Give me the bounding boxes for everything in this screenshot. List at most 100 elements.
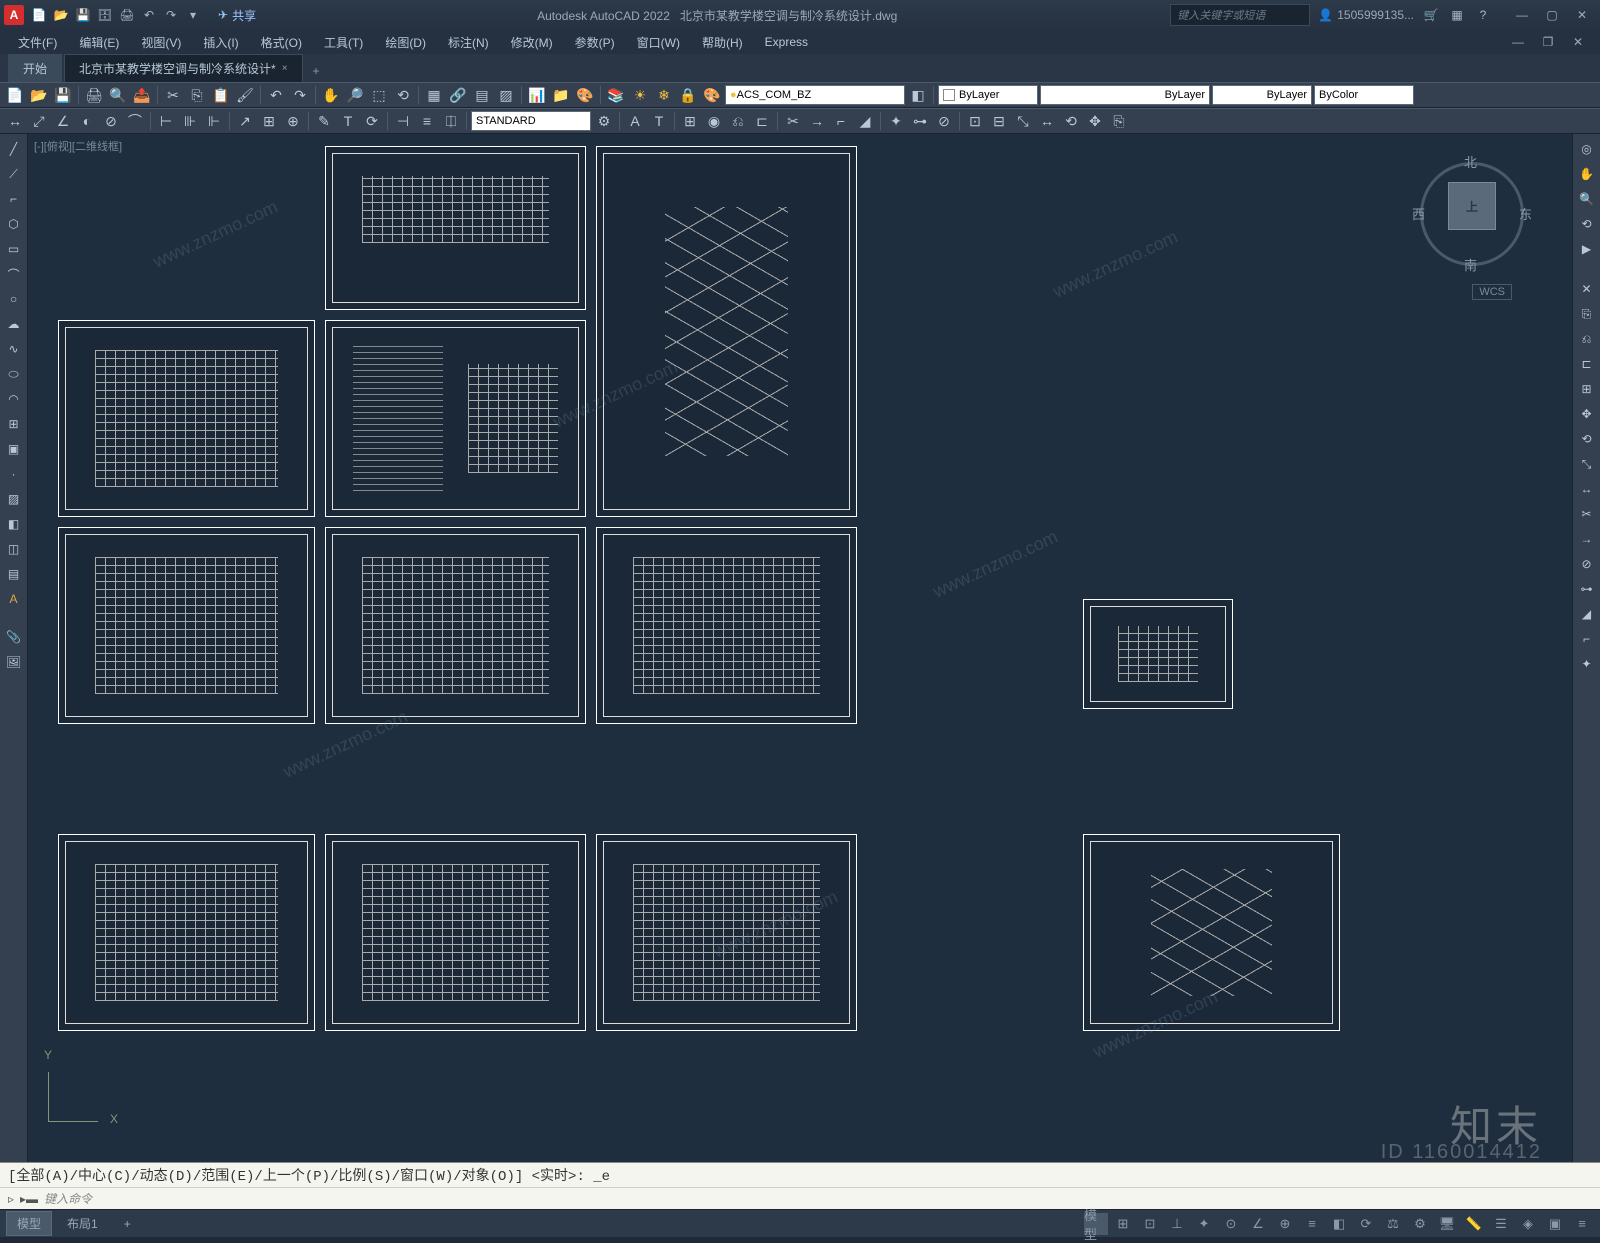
command-input[interactable]: ▹ ▸▬ 键入命令 [0,1187,1600,1209]
nav-zoom-icon[interactable]: 🔍 [1576,188,1598,210]
doc-minimize-button[interactable]: — [1504,32,1532,52]
command-window[interactable]: [全部(A)/中心(C)/动态(D)/范围(E)/上一个(P)/比例(S)/窗口… [0,1162,1600,1209]
mod-erase-icon[interactable]: ✕ [1576,278,1598,300]
table-icon[interactable]: ▤ [471,84,493,106]
join-icon[interactable]: ⊶ [909,110,931,132]
menu-dimension[interactable]: 标注(N) [438,31,499,54]
wcs-label[interactable]: WCS [1472,284,1512,300]
trim-icon[interactable]: ✂ [782,110,804,132]
menu-file[interactable]: 文件(F) [8,31,67,54]
attach-dwg-icon[interactable]: 📎 [3,626,25,648]
array-rect-icon[interactable]: ⊞ [679,110,701,132]
dim-arc-icon[interactable]: ⌒ [124,110,146,132]
app-grid-icon[interactable]: ▦ [1448,6,1466,24]
offset-icon[interactable]: ⊏ [751,110,773,132]
pan-icon[interactable]: ✋ [320,84,342,106]
polygon-icon[interactable]: ⬡ [3,213,25,235]
sb-ws-icon[interactable]: ⚙ [1408,1213,1432,1235]
undo-icon[interactable]: ↶ [140,6,158,24]
text-style-icon[interactable]: A [624,110,646,132]
doc-restore-button[interactable]: ❐ [1534,32,1562,52]
open-icon[interactable]: 📂 [52,6,70,24]
hatch-draw-icon[interactable]: ▨ [3,488,25,510]
point-icon[interactable]: · [3,463,25,485]
viewcube-top-face[interactable]: 上 [1448,182,1496,230]
extend-icon[interactable]: → [806,110,828,132]
nav-showmotion-icon[interactable]: ▶ [1576,238,1598,260]
sb-units-icon[interactable]: 📏 [1462,1213,1486,1235]
spline-icon[interactable]: ∿ [3,338,25,360]
open-drawing-icon[interactable]: 📂 [28,84,50,106]
viewcube-west[interactable]: 西 [1412,204,1425,223]
viewcube-south[interactable]: 南 [1464,255,1477,274]
dim-style-dropdown[interactable]: STANDARD [471,111,591,131]
undo-tb-icon[interactable]: ↶ [265,84,287,106]
mod-explode-icon[interactable]: ✦ [1576,653,1598,675]
dim-baseline-icon[interactable]: ⊪ [179,110,201,132]
mtext-icon[interactable]: T [648,110,670,132]
sb-ortho-icon[interactable]: ⊥ [1165,1213,1189,1235]
sb-anno-icon[interactable]: ⚖ [1381,1213,1405,1235]
menu-view[interactable]: 视图(V) [131,31,191,54]
sb-qprop-icon[interactable]: ☰ [1489,1213,1513,1235]
attach-img-icon[interactable]: 🖼 [3,651,25,673]
sb-clean-icon[interactable]: ▣ [1543,1213,1567,1235]
zoom-previous-icon[interactable]: ⟲ [392,84,414,106]
new-drawing-icon[interactable]: 📄 [4,84,26,106]
tolerance-icon[interactable]: ⊞ [258,110,280,132]
cart-icon[interactable]: 🛒 [1422,6,1440,24]
dim-style-mgr-icon[interactable]: ⚙ [593,110,615,132]
add-layout-button[interactable]: + [113,1213,142,1235]
mod-mirror-icon[interactable]: ⎌ [1576,328,1598,350]
save-drawing-icon[interactable]: 💾 [52,84,74,106]
publish-icon[interactable]: 📤 [131,84,153,106]
copy-icon[interactable]: ⎘ [186,84,208,106]
menu-window[interactable]: 窗口(W) [627,31,690,54]
chamfer-icon[interactable]: ◢ [854,110,876,132]
xref-icon[interactable]: 🔗 [447,84,469,106]
scale-icon[interactable]: ⤡ [1012,110,1034,132]
user-account[interactable]: 👤 1505999135... [1318,8,1414,22]
sb-snap-icon[interactable]: ⊡ [1138,1213,1162,1235]
nav-wheel-icon[interactable]: ◎ [1576,138,1598,160]
doc-close-button[interactable]: ✕ [1564,32,1592,52]
zoom-window-icon[interactable]: ⬚ [368,84,390,106]
dim-update-icon[interactable]: ⟳ [361,110,383,132]
menu-modify[interactable]: 修改(M) [501,31,563,54]
fillet-icon[interactable]: ⌐ [830,110,852,132]
copy2-icon[interactable]: ⎘ [1108,110,1130,132]
table-draw-icon[interactable]: ▤ [3,563,25,585]
sb-grid-icon[interactable]: ⊞ [1111,1213,1135,1235]
viewcube[interactable]: 上 北 南 东 西 [1412,154,1532,274]
dim-linear-icon[interactable]: ↔ [4,110,26,132]
center-mark-icon[interactable]: ⊕ [282,110,304,132]
viewcube-north[interactable]: 北 [1464,152,1477,171]
minimize-button[interactable]: — [1508,5,1536,25]
menu-tools[interactable]: 工具(T) [314,31,373,54]
move-icon[interactable]: ✥ [1084,110,1106,132]
polyline-icon[interactable]: ⌐ [3,188,25,210]
mod-scale-icon[interactable]: ⤡ [1576,453,1598,475]
mod-trim-icon[interactable]: ✂ [1576,503,1598,525]
group-icon[interactable]: ⊡ [964,110,986,132]
preview-icon[interactable]: 🔍 [107,84,129,106]
mod-fillet-icon[interactable]: ⌐ [1576,628,1598,650]
menu-draw[interactable]: 绘图(D) [375,31,436,54]
nav-orbit-icon[interactable]: ⟲ [1576,213,1598,235]
layer-lock-icon[interactable]: 🔒 [677,84,699,106]
dim-jog-icon[interactable]: ⎅ [440,110,462,132]
layer-manager-icon[interactable]: 📚 [605,84,627,106]
tab-add-button[interactable]: + [305,60,328,82]
arc-icon[interactable]: ⌒ [3,263,25,285]
sb-dyn-icon[interactable]: ⊕ [1273,1213,1297,1235]
revcloud-icon[interactable]: ☁ [3,313,25,335]
mod-move-icon[interactable]: ✥ [1576,403,1598,425]
zoom-realtime-icon[interactable]: 🔎 [344,84,366,106]
ungroup-icon[interactable]: ⊟ [988,110,1010,132]
tool-palettes-icon[interactable]: 🎨 [574,84,596,106]
sb-custom-icon[interactable]: ≡ [1570,1213,1594,1235]
layer-color-icon[interactable]: 🎨 [701,84,723,106]
mod-copy-icon[interactable]: ⎘ [1576,303,1598,325]
mod-offset-icon[interactable]: ⊏ [1576,353,1598,375]
sb-osnap-icon[interactable]: ⊙ [1219,1213,1243,1235]
